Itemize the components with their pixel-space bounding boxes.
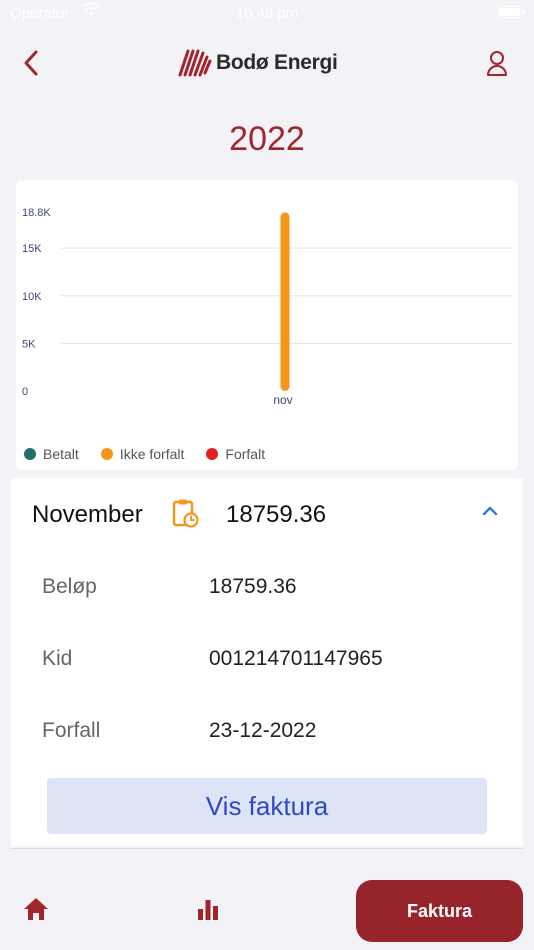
detail-row-forfall: Forfall 23-12-2022	[42, 719, 502, 749]
chevron-up-icon[interactable]	[481, 504, 499, 522]
battery-icon	[498, 6, 525, 18]
y-tick-label: 0	[22, 386, 28, 398]
legend-dot-ikke-forfalt	[100, 448, 113, 460]
invoice-header[interactable]: November 18759.36	[11, 478, 523, 554]
legend-betalt: Betalt	[24, 446, 79, 462]
user-icon	[487, 51, 507, 76]
forfall-label: Forfall	[42, 719, 101, 742]
brand-name: Bodø Energi	[216, 51, 338, 74]
stats-button[interactable]	[195, 896, 225, 926]
nav-bar: Bodø Energi	[0, 40, 534, 86]
y-tick-label: 10K	[22, 291, 42, 303]
y-tick-label: 5K	[22, 338, 36, 350]
home-icon	[24, 898, 48, 920]
belop-label: Beløp	[42, 575, 97, 598]
bar-chart-icon	[198, 900, 218, 920]
chart-legend: Betalt Ikke forfalt Forfalt	[24, 446, 265, 462]
faktura-button[interactable]: Faktura	[356, 880, 523, 942]
legend-dot-forfalt	[206, 448, 219, 460]
y-tick-label: 18.8K	[22, 207, 51, 219]
kid-value: 001214701147965	[209, 647, 383, 670]
legend-label-ikke-forfalt: Ikke forfalt	[119, 446, 185, 462]
legend-ikke-forfalt: Ikke forfalt	[100, 446, 185, 462]
legend-dot-betalt	[24, 448, 36, 460]
invoice-card: November 18759.36 Beløp 18759.36 Kid 001…	[11, 478, 523, 846]
detail-row-kid: Kid 001214701147965	[42, 647, 502, 677]
back-button[interactable]	[14, 46, 48, 80]
clock: 10:48 pm	[235, 5, 299, 22]
divider	[11, 848, 523, 849]
year-title: 2022	[229, 120, 305, 158]
bar-nov[interactable]	[280, 212, 290, 391]
clipboard-clock-icon	[171, 498, 199, 533]
home-button[interactable]	[22, 896, 52, 926]
invoice-month: November	[32, 501, 143, 528]
detail-row-belop: Beløp 18759.36	[42, 575, 502, 605]
legend-forfalt: Forfalt	[206, 446, 265, 462]
status-bar: Operator 10:48 pm	[0, 0, 534, 28]
legend-label-betalt: Betalt	[43, 446, 79, 462]
invoice-amount: 18759.36	[226, 501, 327, 528]
logo-icon	[178, 49, 212, 77]
belop-value: 18759.36	[209, 575, 297, 598]
forfall-value: 23-12-2022	[209, 719, 317, 742]
vis-faktura-button[interactable]: Vis faktura	[47, 778, 487, 834]
y-tick-label: 15K	[22, 243, 42, 255]
invoice-chart: 0 5K 10K 15K 18.8K nov	[22, 207, 512, 407]
legend-label-forfalt: Forfalt	[225, 446, 266, 462]
kid-label: Kid	[42, 647, 73, 670]
x-tick-label: nov	[273, 393, 292, 407]
chart-card: 0 5K 10K 15K 18.8K nov Betalt Ikke forfalt Fo…	[16, 180, 518, 470]
brand-logo: Bodø Energi	[176, 46, 338, 80]
chevron-left-icon	[24, 50, 38, 76]
profile-button[interactable]	[480, 46, 514, 80]
